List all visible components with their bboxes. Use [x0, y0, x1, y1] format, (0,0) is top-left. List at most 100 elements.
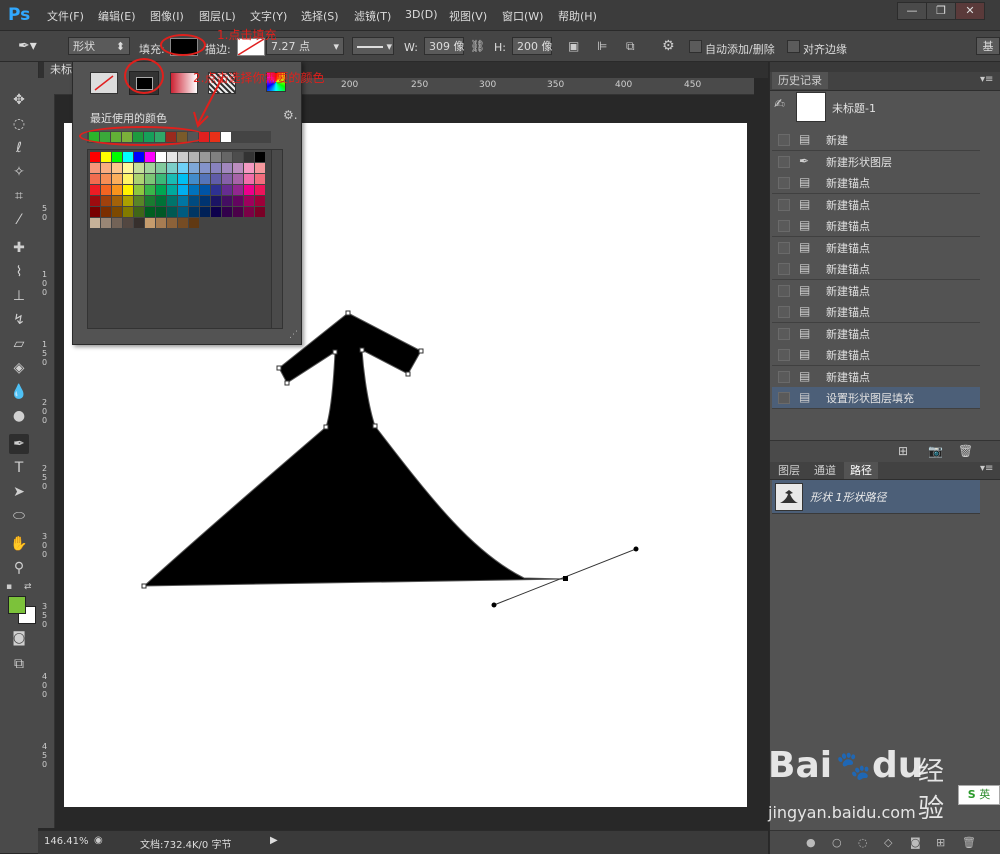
color-swatch[interactable]	[167, 185, 177, 195]
trash-icon[interactable]: 🗑	[962, 836, 976, 849]
color-swatch[interactable]	[178, 163, 188, 173]
menu-3d[interactable]: 3D(D)	[405, 8, 438, 21]
stroke-path-icon[interactable]: ○	[832, 836, 842, 849]
tab-channels[interactable]: 通道	[808, 462, 842, 479]
lasso-tool-icon[interactable]: ℓ	[9, 138, 29, 158]
default-colors-icon[interactable]: ▪	[6, 582, 16, 592]
hand-tool-icon[interactable]: ✋	[9, 534, 29, 554]
marquee-tool-icon[interactable]: ◌	[9, 114, 29, 134]
path-arrangement-icon[interactable]: ⧉	[626, 39, 635, 54]
color-swatch[interactable]	[156, 152, 166, 162]
color-swatch[interactable]	[233, 207, 243, 217]
gear-icon[interactable]: ⚙.	[283, 108, 298, 122]
color-swatch[interactable]	[134, 196, 144, 206]
menu-help[interactable]: 帮助(H)	[558, 8, 597, 24]
link-icon[interactable]: ⛓	[470, 39, 485, 53]
history-item[interactable]: ▤ 新建锚点	[772, 258, 980, 280]
history-checkbox[interactable]	[778, 349, 790, 361]
color-swatch[interactable]	[134, 152, 144, 162]
menu-select[interactable]: 选择(S)	[301, 8, 339, 24]
color-swatch[interactable]	[222, 207, 232, 217]
color-swatch[interactable]	[255, 174, 265, 184]
history-item[interactable]: ✒ 新建形状图层	[772, 150, 980, 173]
new-path-icon[interactable]: ⊞	[936, 836, 945, 849]
tab-layers[interactable]: 图层	[772, 462, 806, 479]
color-swatch[interactable]	[123, 163, 133, 173]
color-swatch[interactable]	[112, 185, 122, 195]
color-swatch[interactable]	[145, 185, 155, 195]
history-checkbox[interactable]	[778, 220, 790, 232]
history-brush-source-icon[interactable]: ✍	[774, 94, 796, 116]
color-swatch[interactable]	[200, 196, 210, 206]
color-swatch[interactable]	[112, 196, 122, 206]
path-selection-tool-icon[interactable]: ➤	[9, 482, 29, 502]
color-swatch[interactable]	[178, 152, 188, 162]
color-swatch[interactable]	[189, 163, 199, 173]
color-swatch[interactable]	[145, 218, 155, 228]
color-swatch[interactable]	[189, 174, 199, 184]
color-swatch[interactable]	[134, 218, 144, 228]
color-swatch[interactable]	[167, 218, 177, 228]
color-swatch[interactable]	[244, 196, 254, 206]
path-alignment-icon[interactable]: ⊫	[597, 39, 607, 53]
color-swatch[interactable]	[233, 174, 243, 184]
history-checkbox[interactable]	[778, 155, 790, 168]
dodge-tool-icon[interactable]: ●	[9, 406, 29, 426]
color-swatch[interactable]	[134, 207, 144, 217]
crop-tool-icon[interactable]: ⌗	[9, 186, 29, 206]
paint-bucket-tool-icon[interactable]: ◈	[9, 358, 29, 378]
color-swatch[interactable]	[244, 174, 254, 184]
history-checkbox[interactable]	[778, 392, 790, 404]
color-swatch[interactable]	[167, 196, 177, 206]
color-swatch[interactable]	[101, 207, 111, 217]
screen-mode-icon[interactable]: ⧉	[9, 654, 29, 674]
history-item[interactable]: ▤ 新建锚点	[772, 193, 980, 216]
load-selection-icon[interactable]: ◌	[858, 836, 868, 849]
color-swatch[interactable]	[112, 207, 122, 217]
color-swatch[interactable]	[222, 174, 232, 184]
color-swatch[interactable]	[211, 152, 221, 162]
color-swatch[interactable]	[200, 163, 210, 173]
resize-grip-icon[interactable]: ⋰	[289, 330, 298, 340]
color-swatch[interactable]	[101, 218, 111, 228]
camera-icon[interactable]: 📷	[928, 444, 943, 458]
color-swatch[interactable]	[167, 174, 177, 184]
color-swatch[interactable]	[156, 196, 166, 206]
blur-tool-icon[interactable]: 💧	[9, 382, 29, 402]
color-swatch[interactable]	[189, 196, 199, 206]
history-item[interactable]: ▤ 新建锚点	[772, 279, 980, 302]
gear-icon[interactable]: ⚙	[662, 38, 675, 54]
color-swatch[interactable]	[101, 152, 111, 162]
history-item[interactable]: ▤ 新建锚点	[772, 322, 980, 345]
brush-tool-icon[interactable]: ⌇	[9, 262, 29, 282]
ellipse-tool-icon[interactable]: ⬭	[9, 506, 29, 526]
workspace-button[interactable]: 基	[976, 37, 1000, 55]
menu-filter[interactable]: 滤镜(T)	[354, 8, 391, 24]
history-checkbox[interactable]	[778, 263, 790, 275]
color-swatch[interactable]	[156, 174, 166, 184]
color-swatch[interactable]	[200, 152, 210, 162]
history-item[interactable]: ▤ 设置形状图层填充	[772, 387, 980, 409]
status-menu-arrow-icon[interactable]: ▶	[270, 835, 278, 846]
stroke-width-field[interactable]: 7.27 点 ▾	[266, 37, 344, 55]
history-item[interactable]: ▤ 新建锚点	[772, 301, 980, 323]
color-swatch[interactable]	[90, 218, 100, 228]
history-checkbox[interactable]	[778, 370, 790, 383]
minimize-button[interactable]: —	[897, 2, 927, 20]
color-swatch[interactable]	[156, 185, 166, 195]
color-swatch[interactable]	[134, 174, 144, 184]
path-item-row[interactable]: 形状 1形状路径	[772, 480, 980, 514]
zoom-tool-icon[interactable]: ⚲	[9, 558, 29, 578]
history-checkbox[interactable]	[778, 134, 790, 146]
color-swatch[interactable]	[145, 152, 155, 162]
menu-window[interactable]: 窗口(W)	[502, 8, 543, 24]
color-swatch[interactable]	[156, 163, 166, 173]
color-swatch[interactable]	[211, 185, 221, 195]
color-swatch[interactable]	[255, 196, 265, 206]
color-swatch[interactable]	[255, 163, 265, 173]
menu-image[interactable]: 图像(I)	[150, 8, 184, 24]
color-swatch[interactable]	[222, 163, 232, 173]
color-swatch[interactable]	[200, 174, 210, 184]
color-swatch[interactable]	[211, 196, 221, 206]
color-swatch[interactable]	[178, 185, 188, 195]
